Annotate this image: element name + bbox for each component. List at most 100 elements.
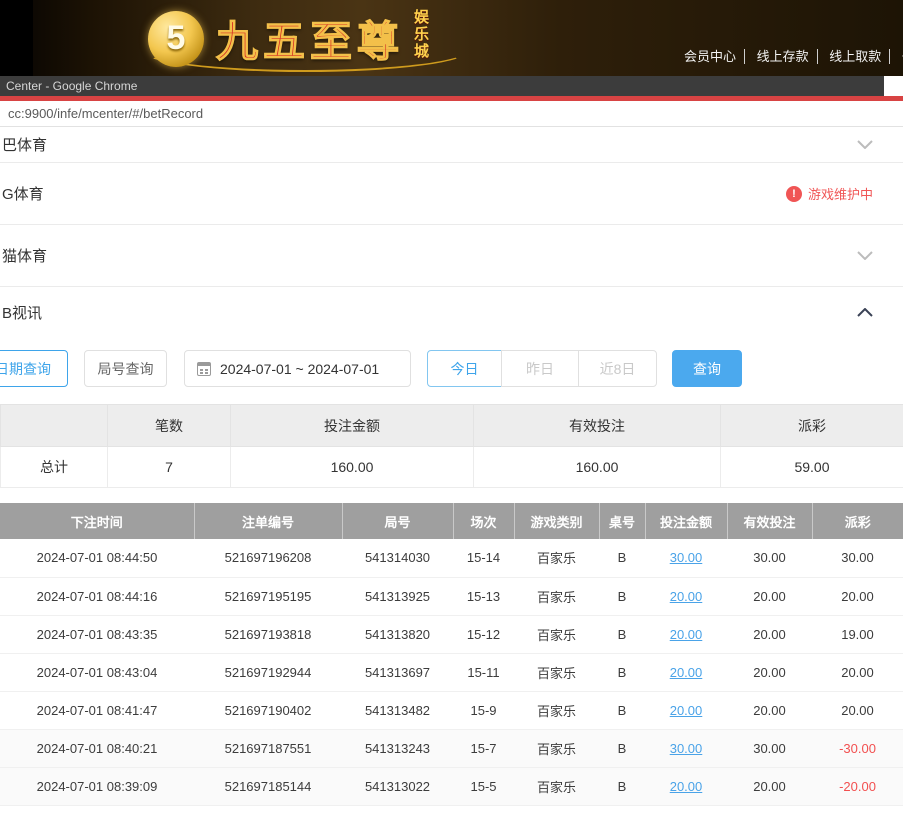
- cell-valid-bet: 20.00: [727, 691, 812, 729]
- bets-header-row: 下注时间 注单编号 局号 场次 游戏类别 桌号 投注金额 有效投注 派彩: [0, 503, 903, 539]
- chevron-down-icon: [857, 251, 873, 260]
- maintenance-text: 游戏维护中: [808, 184, 873, 203]
- cell-table-no: B: [599, 539, 645, 577]
- total-count: 7: [108, 447, 231, 488]
- cell-valid-bet: 20.00: [727, 767, 812, 805]
- bet-amount-link[interactable]: 30.00: [670, 741, 703, 756]
- cell-bet-time: 2024-07-01 08:40:21: [0, 729, 194, 767]
- cell-valid-bet: 30.00: [727, 539, 812, 577]
- date-range-picker[interactable]: 2024-07-01 ~ 2024-07-01: [184, 350, 411, 387]
- today-button[interactable]: 今日: [427, 350, 502, 387]
- nav-online-withdraw[interactable]: 线上取款: [821, 49, 890, 64]
- cell-valid-bet: 20.00: [727, 577, 812, 615]
- url-text: cc:9900/infe/mcenter/#/betRecord: [8, 106, 203, 121]
- top-nav: 会员中心 线上存款 线上取款 一键: [676, 46, 903, 65]
- screen: 5 九五至尊 娱乐城 会员中心 线上存款 线上取款 一键 Center - Go…: [0, 0, 903, 816]
- summary-header-bet-amount: 投注金额: [231, 405, 474, 447]
- nav-one-key[interactable]: 一键: [894, 49, 903, 64]
- summary-table: 笔数 投注金额 有效投注 派彩 总计 7 160.00 160.00 59.00: [0, 404, 903, 488]
- logo-subtitle: 娱乐城: [410, 9, 431, 69]
- window-control-button[interactable]: [884, 76, 903, 96]
- header-valid-bet: 有效投注: [727, 503, 812, 539]
- cell-round-id: 541313697: [342, 653, 453, 691]
- bet-record-page: 巴体育 G体育 ! 游戏维护中 猫体育 B视讯 日期查询 局号查询 2024-0…: [0, 127, 903, 806]
- last-8-days-button[interactable]: 近8日: [578, 350, 657, 387]
- bet-amount-link[interactable]: 20.00: [670, 589, 703, 604]
- cell-bet-amount: 20.00: [645, 577, 727, 615]
- header-bet-amount: 投注金额: [645, 503, 727, 539]
- summary-header-payout: 派彩: [721, 405, 903, 447]
- header-bet-id: 注单编号: [194, 503, 342, 539]
- cell-bet-amount: 30.00: [645, 729, 727, 767]
- summary-header-empty: [1, 405, 108, 447]
- table-row: 2024-07-01 08:44:50521697196208541314030…: [0, 539, 903, 577]
- section-b-live[interactable]: B视讯: [0, 287, 903, 337]
- cell-payout: 19.00: [812, 615, 903, 653]
- cell-table-no: B: [599, 691, 645, 729]
- bet-amount-link[interactable]: 30.00: [670, 550, 703, 565]
- calendar-icon: [197, 362, 211, 376]
- browser-url-bar[interactable]: cc:9900/infe/mcenter/#/betRecord: [0, 101, 903, 127]
- cell-round-id: 541313820: [342, 615, 453, 653]
- cell-session: 15-7: [453, 729, 514, 767]
- cell-bet-time: 2024-07-01 08:44:16: [0, 577, 194, 615]
- section-mao-sports[interactable]: 猫体育: [0, 225, 903, 287]
- section-ba-sports[interactable]: 巴体育: [0, 127, 903, 163]
- chevron-down-icon: [857, 140, 873, 149]
- summary-header-valid-bet: 有效投注: [474, 405, 721, 447]
- bets-table: 下注时间 注单编号 局号 场次 游戏类别 桌号 投注金额 有效投注 派彩 202…: [0, 503, 903, 806]
- cell-payout: -30.00: [812, 729, 903, 767]
- bet-amount-link[interactable]: 20.00: [670, 703, 703, 718]
- cell-session: 15-14: [453, 539, 514, 577]
- cell-round-id: 541313482: [342, 691, 453, 729]
- coin-number: 5: [167, 19, 186, 58]
- cell-payout: 20.00: [812, 691, 903, 729]
- header-session: 场次: [453, 503, 514, 539]
- bet-amount-link[interactable]: 20.00: [670, 779, 703, 794]
- round-query-button[interactable]: 局号查询: [84, 350, 167, 387]
- section-g-sports[interactable]: G体育 ! 游戏维护中: [0, 163, 903, 225]
- cell-valid-bet: 30.00: [727, 729, 812, 767]
- site-header: 5 九五至尊 娱乐城 会员中心 线上存款 线上取款 一键: [0, 0, 903, 76]
- cell-payout: 20.00: [812, 577, 903, 615]
- nav-online-deposit[interactable]: 线上存款: [749, 49, 818, 64]
- header-table-no: 桌号: [599, 503, 645, 539]
- table-row: 2024-07-01 08:44:16521697195195541313925…: [0, 577, 903, 615]
- table-row: 2024-07-01 08:43:04521697192944541313697…: [0, 653, 903, 691]
- bet-amount-link[interactable]: 20.00: [670, 665, 703, 680]
- cell-round-id: 541313925: [342, 577, 453, 615]
- bets-table-body: 2024-07-01 08:44:50521697196208541314030…: [0, 539, 903, 805]
- header-round-id: 局号: [342, 503, 453, 539]
- table-row: 2024-07-01 08:43:35521697193818541313820…: [0, 615, 903, 653]
- cell-payout: 20.00: [812, 653, 903, 691]
- summary-header-row: 笔数 投注金额 有效投注 派彩: [1, 405, 903, 447]
- cell-table-no: B: [599, 653, 645, 691]
- yesterday-button[interactable]: 昨日: [501, 350, 579, 387]
- cell-bet-id: 521697196208: [194, 539, 342, 577]
- cell-game-type: 百家乐: [514, 615, 599, 653]
- date-query-button[interactable]: 日期查询: [0, 350, 68, 387]
- cell-bet-id: 521697195195: [194, 577, 342, 615]
- cell-round-id: 541313243: [342, 729, 453, 767]
- cell-bet-id: 521697192944: [194, 653, 342, 691]
- cell-game-type: 百家乐: [514, 767, 599, 805]
- cell-table-no: B: [599, 767, 645, 805]
- section-label: 猫体育: [2, 245, 47, 266]
- cell-bet-amount: 20.00: [645, 691, 727, 729]
- total-bet-amount: 160.00: [231, 447, 474, 488]
- bet-amount-link[interactable]: 20.00: [670, 627, 703, 642]
- search-button[interactable]: 查询: [672, 350, 742, 387]
- maintenance-badge: ! 游戏维护中: [786, 184, 873, 203]
- window-title: Center - Google Chrome: [6, 79, 137, 93]
- header-black-corner: [0, 0, 33, 76]
- summary-header-count: 笔数: [108, 405, 231, 447]
- date-range-value: 2024-07-01 ~ 2024-07-01: [220, 361, 379, 377]
- cell-session: 15-5: [453, 767, 514, 805]
- section-label: 巴体育: [2, 134, 47, 155]
- cell-bet-time: 2024-07-01 08:39:09: [0, 767, 194, 805]
- header-bet-time: 下注时间: [0, 503, 194, 539]
- nav-member-center[interactable]: 会员中心: [676, 49, 745, 64]
- warning-icon: !: [786, 186, 802, 202]
- cell-bet-amount: 30.00: [645, 539, 727, 577]
- section-label: G体育: [2, 183, 44, 204]
